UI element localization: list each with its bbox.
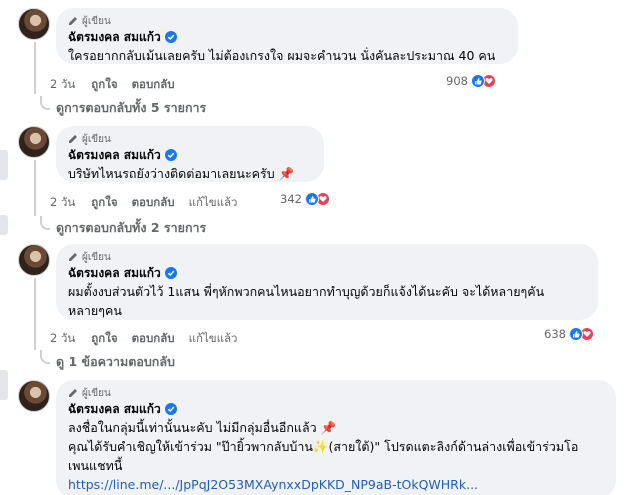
reaction-summary[interactable]: 638	[544, 327, 594, 341]
comment-bubble: ผู้เขียน ฉัตรมงคล สมแก้ว ลงชื่อในกลุ่มนี…	[56, 380, 616, 495]
reply-button[interactable]: ตอบกลับ	[132, 76, 175, 94]
avatar[interactable]	[18, 8, 50, 40]
thread-elbow	[40, 350, 50, 364]
comment-bubble: ผู้เขียน ฉัตรมงคล สมแก้ว ผมตั้งงบส่วนตัว…	[56, 244, 598, 320]
comment-time[interactable]: 2 วัน	[50, 330, 75, 348]
author-badge-label: ผู้เขียน	[82, 15, 111, 27]
edge-mark	[0, 370, 8, 400]
comment-time[interactable]: 2 วัน	[50, 194, 75, 212]
comment-2: ผู้เขียน ฉัตรมงคล สมแก้ว บริษัทไหนรถยังว…	[18, 126, 618, 186]
verified-badge-icon	[164, 31, 177, 43]
comment-text: ลงชื่อในกลุ่มนี้เท่านั้นนะคับ ไม่มีกลุ่ม…	[68, 420, 337, 435]
thumbs-up-icon	[568, 327, 583, 341]
verified-badge-icon	[164, 403, 177, 415]
avatar[interactable]	[18, 126, 50, 158]
comment-1: ผู้เขียน ฉัตรมงคล สมแก้ว ใครอยากกลับเม้น…	[18, 8, 618, 68]
comment-text: หลายๆคน	[68, 303, 122, 318]
reaction-count: 638	[544, 327, 566, 341]
view-replies-label: ดูการตอบกลับทั้ง 2 รายการ	[56, 220, 207, 235]
comment-actions: 2 วัน ถูกใจ ตอบกลับ แก้ไขแล้ว	[50, 194, 238, 212]
comment-actions: 2 วัน ถูกใจ ตอบกลับ	[50, 76, 189, 94]
commenter-name[interactable]: ฉัตรมงคล สมแก้ว	[68, 264, 161, 283]
reaction-count: 342	[280, 192, 302, 206]
verified-badge-icon	[164, 267, 177, 279]
left-edge-strip	[0, 0, 10, 495]
comment-bubble: ผู้เขียน ฉัตรมงคล สมแก้ว บริษัทไหนรถยังว…	[56, 126, 324, 182]
view-replies-link[interactable]: ดูการตอบกลับทั้ง 5 รายการ	[40, 96, 207, 118]
commenter-name[interactable]: ฉัตรมงคล สมแก้ว	[68, 400, 161, 419]
author-badge: ผู้เขียน	[68, 250, 586, 264]
avatar[interactable]	[18, 380, 50, 412]
pen-icon	[69, 135, 77, 143]
edited-label: แก้ไขแล้ว	[188, 195, 238, 209]
author-badge-label: ผู้เขียน	[82, 387, 111, 399]
verified-badge-icon	[164, 149, 177, 161]
commenter-name[interactable]: ฉัตรมงคล สมแก้ว	[68, 146, 161, 165]
thread-elbow	[40, 96, 50, 110]
thumbs-up-icon	[470, 74, 485, 88]
author-badge: ผู้เขียน	[68, 386, 604, 400]
reaction-summary[interactable]: 908	[446, 74, 496, 88]
like-button[interactable]: ถูกใจ	[91, 194, 117, 212]
edge-mark	[0, 215, 8, 235]
reaction-count: 908	[446, 74, 468, 88]
avatar[interactable]	[18, 244, 50, 276]
comment-text: ผมตั้งงบส่วนตัวไว้ 1แสน พี่ๆหักพวกคนไหนอ…	[68, 284, 545, 299]
pen-icon	[69, 389, 77, 397]
comment-text: บริษัทไหนรถยังว่างติดต่อมาเลยนะครับ 📌	[68, 166, 295, 181]
view-replies-link[interactable]: ดูการตอบกลับทั้ง 2 รายการ	[40, 216, 207, 238]
like-button[interactable]: ถูกใจ	[91, 330, 117, 348]
commenter-name[interactable]: ฉัตรมงคล สมแก้ว	[68, 28, 161, 47]
comment-3: ผู้เขียน ฉัตรมงคล สมแก้ว ผมตั้งงบส่วนตัว…	[18, 244, 618, 322]
view-replies-label: ดูการตอบกลับทั้ง 5 รายการ	[56, 100, 207, 115]
pen-icon	[69, 17, 77, 25]
line-invite-link[interactable]: https://line.me/.../JpPqJ2O53MXAynxxDpKK…	[68, 475, 604, 494]
pen-icon	[69, 253, 77, 261]
like-button[interactable]: ถูกใจ	[91, 76, 117, 94]
edited-label: แก้ไขแล้ว	[188, 331, 238, 345]
edge-mark	[0, 150, 8, 180]
thumbs-up-icon	[304, 192, 319, 206]
author-badge: ผู้เขียน	[68, 14, 506, 28]
comment-4: ผู้เขียน ฉัตรมงคล สมแก้ว ลงชื่อในกลุ่มนี…	[18, 380, 618, 495]
author-badge-label: ผู้เขียน	[82, 251, 111, 263]
comment-text: คุณได้รับคำเชิญให้เข้าร่วม "ป๊ายิ้วพากลั…	[68, 439, 579, 454]
comment-bubble: ผู้เขียน ฉัตรมงคล สมแก้ว ใครอยากกลับเม้น…	[56, 8, 518, 64]
author-badge-label: ผู้เขียน	[82, 133, 111, 145]
reply-button[interactable]: ตอบกลับ	[132, 194, 175, 212]
comment-actions: 2 วัน ถูกใจ ตอบกลับ แก้ไขแล้ว	[50, 330, 238, 348]
reaction-summary[interactable]: 342	[280, 192, 330, 206]
thread-elbow	[40, 216, 50, 230]
author-badge: ผู้เขียน	[68, 132, 312, 146]
comment-text: เพนแชทนี้	[68, 458, 123, 473]
comment-time[interactable]: 2 วัน	[50, 76, 75, 94]
view-replies-link[interactable]: ดู 1 ข้อความตอบกลับ	[40, 350, 175, 372]
comment-text: ใครอยากกลับเม้นเลยครับ ไม่ต้องเกรงใจ ผมจ…	[68, 48, 496, 63]
view-replies-label: ดู 1 ข้อความตอบกลับ	[56, 354, 175, 369]
reply-button[interactable]: ตอบกลับ	[132, 330, 175, 348]
